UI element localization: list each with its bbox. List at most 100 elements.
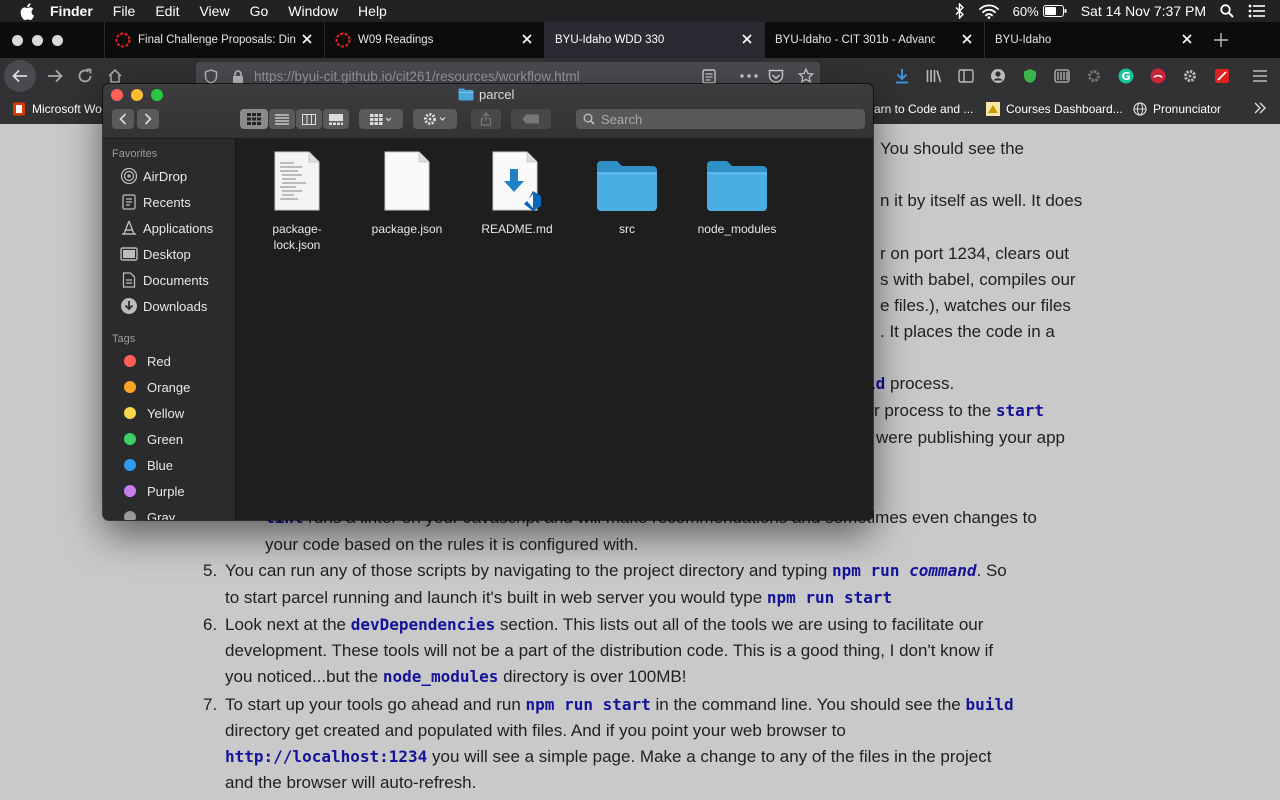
downloads-icon[interactable] — [890, 64, 914, 88]
menu-window[interactable]: Window — [288, 3, 338, 19]
sidebar-item-documents[interactable]: Documents — [120, 270, 209, 290]
finder-minimize-button[interactable] — [131, 89, 143, 101]
sidebar-item-downloads[interactable]: Downloads — [120, 296, 207, 316]
group-by-button[interactable] — [359, 109, 403, 129]
browser-tab[interactable]: W09 Readings — [324, 22, 544, 58]
action-button[interactable] — [413, 109, 457, 129]
file-readme-md[interactable]: README.md — [467, 147, 567, 237]
shield-extension-icon[interactable] — [1018, 64, 1042, 88]
sidebar-item-label: Green — [147, 431, 184, 447]
page-actions-icon[interactable] — [740, 74, 758, 78]
settings-extension-icon[interactable] — [1178, 64, 1202, 88]
bookmark-item[interactable]: Courses Dashboard... — [986, 102, 1123, 116]
finder-zoom-button[interactable] — [151, 89, 163, 101]
tab-title: BYU-Idaho WDD 330 — [555, 34, 665, 46]
finder-window: parcel Search Favorites AirDrop Recents … — [103, 84, 873, 520]
sidebar-item-airdrop[interactable]: AirDrop — [120, 166, 187, 186]
browser-tab-active[interactable]: BYU-Idaho WDD 330 — [544, 22, 764, 58]
inline-code: npm run start — [766, 588, 893, 607]
edit-tags-button[interactable] — [511, 109, 551, 129]
finder-app-menu[interactable]: Finder — [50, 3, 93, 19]
finder-window-controls — [111, 89, 171, 101]
browser-close-button[interactable] — [12, 34, 23, 46]
tab-close-icon[interactable] — [740, 32, 754, 46]
forward-button[interactable] — [40, 61, 70, 91]
apple-menu-icon[interactable] — [18, 2, 36, 20]
finder-close-button[interactable] — [111, 89, 123, 101]
view-gallery-button[interactable] — [323, 109, 349, 129]
gear-extension-icon[interactable] — [1082, 64, 1106, 88]
sidebar-item-desktop[interactable]: Desktop — [120, 244, 191, 264]
sidebar-tag-green[interactable]: Green — [120, 429, 183, 449]
clock[interactable]: Sat 14 Nov 7:37 PM — [1081, 3, 1206, 19]
wifi-icon[interactable] — [978, 4, 999, 19]
battery-status[interactable]: 60% — [1013, 4, 1067, 19]
extension-bars-icon[interactable] — [1050, 64, 1074, 88]
bluetooth-icon[interactable] — [955, 3, 965, 19]
account-icon[interactable] — [986, 64, 1010, 88]
search-field[interactable]: Search — [576, 109, 865, 129]
menu-file[interactable]: File — [113, 3, 136, 19]
gallery-view-icon — [329, 113, 343, 125]
bookmarks-overflow-button[interactable] — [1253, 102, 1267, 114]
folder-icon — [705, 147, 769, 211]
view-icons-button[interactable] — [240, 109, 268, 129]
sidebar-item-recents[interactable]: Recents — [120, 192, 191, 212]
file-package-lock-json[interactable]: package- lock.json — [247, 147, 347, 253]
spotlight-search-icon[interactable] — [1220, 4, 1234, 18]
tab-close-icon[interactable] — [520, 32, 534, 46]
library-icon[interactable] — [922, 64, 946, 88]
vscode-markdown-icon — [485, 147, 549, 211]
browser-zoom-button[interactable] — [52, 34, 63, 46]
folder-src[interactable]: src — [577, 147, 677, 237]
back-button[interactable] — [112, 109, 134, 129]
file-name-line: lock.json — [273, 238, 321, 252]
tab-close-icon[interactable] — [960, 32, 974, 46]
browser-menu-icon[interactable] — [1248, 64, 1272, 88]
bookmark-star-icon[interactable] — [798, 68, 814, 84]
sidebar-item-applications[interactable]: Applications — [120, 218, 213, 238]
back-button[interactable] — [4, 60, 36, 92]
grammarly-icon[interactable]: G — [1114, 64, 1138, 88]
folder-node-modules[interactable]: node_modules — [687, 147, 787, 237]
bookmark-item[interactable]: arn to Code and ... — [874, 102, 973, 116]
sidebar-tag-orange[interactable]: Orange — [120, 377, 190, 397]
lock-icon[interactable] — [232, 70, 244, 84]
new-tab-button[interactable] — [1204, 22, 1238, 58]
sidebar-tag-red[interactable]: Red — [120, 351, 171, 371]
tab-close-icon[interactable] — [300, 32, 314, 46]
menu-help[interactable]: Help — [358, 3, 387, 19]
menu-edit[interactable]: Edit — [155, 3, 179, 19]
canvas-favicon-icon — [335, 32, 351, 48]
tab-close-icon[interactable] — [1180, 32, 1194, 46]
red-tool-extension-icon[interactable] — [1210, 64, 1234, 88]
sidebar-tag-yellow[interactable]: Yellow — [120, 403, 184, 423]
browser-tab[interactable]: BYU-Idaho — [984, 22, 1204, 58]
red-extension-icon[interactable] — [1146, 64, 1170, 88]
forward-button[interactable] — [137, 109, 159, 129]
tab-title: BYU-Idaho — [995, 34, 1052, 46]
notification-center-icon[interactable] — [1248, 4, 1266, 18]
sidebar-toggle-icon[interactable] — [954, 64, 978, 88]
reader-view-icon[interactable] — [702, 69, 716, 84]
document-icon — [120, 271, 138, 289]
reload-button[interactable] — [70, 61, 100, 91]
menu-view[interactable]: View — [199, 3, 229, 19]
view-list-button[interactable] — [269, 109, 295, 129]
file-package-json[interactable]: package.json — [357, 147, 457, 237]
bookmark-item[interactable]: Pronunciator — [1133, 102, 1221, 116]
browser-minimize-button[interactable] — [32, 34, 43, 46]
bookmark-item[interactable]: Microsoft Wo — [12, 102, 102, 116]
browser-tab[interactable]: Final Challenge Proposals: Din — [104, 22, 324, 58]
pocket-icon[interactable] — [768, 69, 784, 84]
sidebar-tag-blue[interactable]: Blue — [120, 455, 173, 475]
tag-color-dot — [124, 355, 136, 367]
tracking-protection-shield-icon[interactable] — [204, 69, 218, 84]
view-columns-button[interactable] — [296, 109, 322, 129]
inline-code: npm run start — [525, 695, 651, 714]
sidebar-tag-purple[interactable]: Purple — [120, 481, 185, 501]
sidebar-tag-gray[interactable]: Gray — [120, 507, 175, 520]
browser-tab[interactable]: BYU-Idaho - CIT 301b - Advanced — [764, 22, 984, 58]
menu-go[interactable]: Go — [250, 3, 269, 19]
share-button[interactable] — [471, 109, 501, 129]
